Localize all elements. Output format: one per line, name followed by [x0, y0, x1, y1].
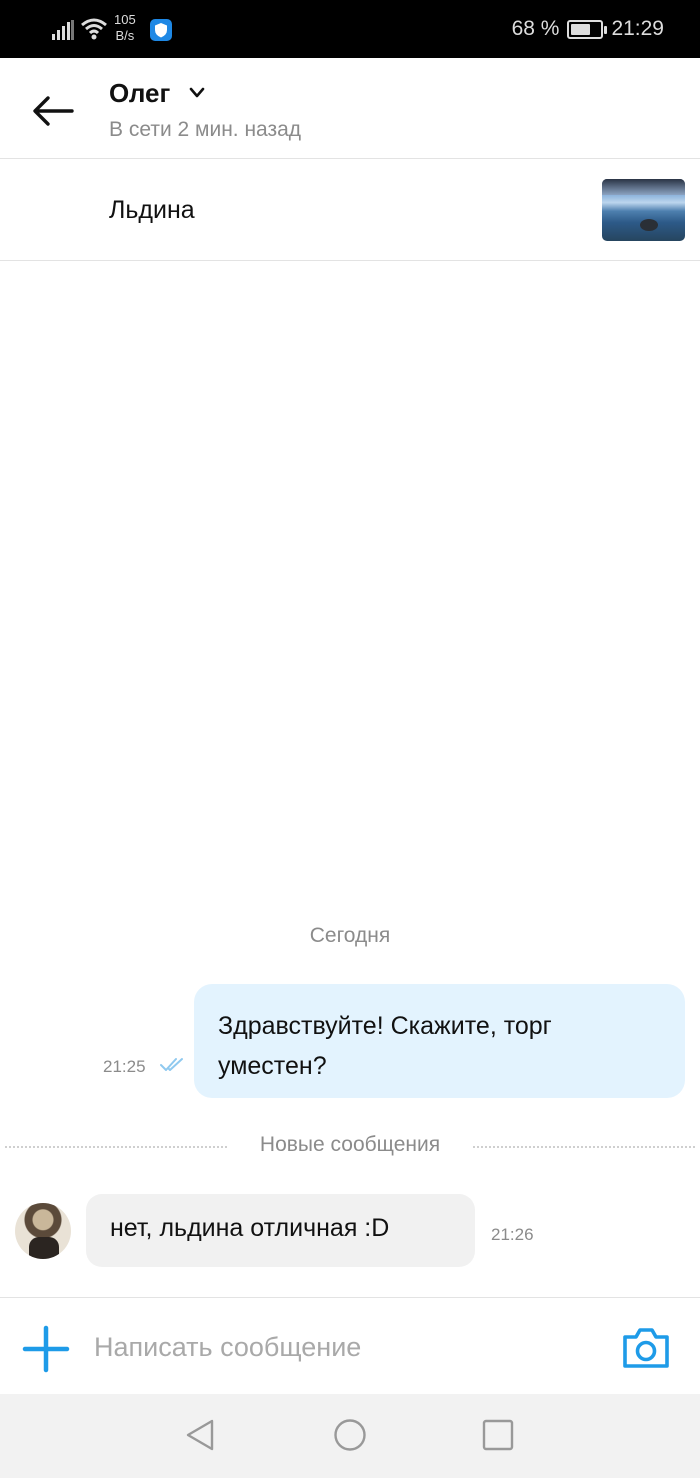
- message-composer: [0, 1297, 700, 1394]
- system-nav-bar: [0, 1394, 700, 1478]
- triangle-back-icon[interactable]: [184, 1418, 216, 1452]
- incoming-message-time: 21:26: [491, 1225, 534, 1244]
- incoming-message-bubble[interactable]: нет, льдина отличная :D: [86, 1194, 475, 1267]
- battery-fill: [571, 23, 591, 35]
- network-speed: 105 B/s: [114, 12, 136, 44]
- contact-online-status: В сети 2 мин. назад: [109, 118, 302, 141]
- double-check-icon: [160, 1058, 183, 1071]
- new-messages-separator: Новые сообщения: [0, 1133, 700, 1163]
- status-bar: 105 B/s 68 % 21:29: [0, 0, 700, 58]
- square-recent-icon[interactable]: [482, 1419, 514, 1451]
- outgoing-message-time: 21:25: [103, 1057, 146, 1076]
- chat-header: Олег В сети 2 мин. назад: [0, 58, 700, 159]
- outgoing-message-bubble[interactable]: Здравствуйте! Скажите, торг уместен?: [194, 984, 685, 1098]
- network-speed-unit: B/s: [115, 28, 135, 43]
- circle-home-icon[interactable]: [333, 1418, 367, 1452]
- thumbnail-rock: [640, 219, 658, 231]
- new-messages-label: Новые сообщения: [259, 1133, 441, 1156]
- clock: 21:29: [611, 17, 664, 40]
- back-arrow-icon[interactable]: [30, 94, 76, 128]
- message-input[interactable]: [94, 1324, 594, 1370]
- thumbnail-ice: [602, 179, 685, 195]
- network-speed-value: 105: [114, 12, 136, 27]
- listing-title[interactable]: Льдина: [109, 196, 195, 225]
- battery-icon: [567, 19, 608, 39]
- camera-icon[interactable]: [621, 1327, 671, 1369]
- battery-percent: 68 %: [511, 17, 560, 40]
- contact-name[interactable]: Олег: [109, 78, 170, 109]
- listing-thumbnail[interactable]: [602, 179, 685, 241]
- status-right-group: 68 % 21:29: [512, 17, 664, 41]
- divider-right: [473, 1146, 695, 1148]
- wifi-icon: [81, 18, 107, 40]
- signal-icon: [52, 20, 74, 40]
- listing-preview[interactable]: Льдина: [0, 160, 700, 261]
- avatar[interactable]: [15, 1203, 71, 1259]
- shield-icon: [150, 19, 172, 41]
- chevron-down-icon[interactable]: [189, 87, 205, 99]
- avatar-figure: [29, 1237, 59, 1259]
- plus-icon[interactable]: [22, 1325, 70, 1373]
- date-separator: Сегодня: [309, 924, 391, 947]
